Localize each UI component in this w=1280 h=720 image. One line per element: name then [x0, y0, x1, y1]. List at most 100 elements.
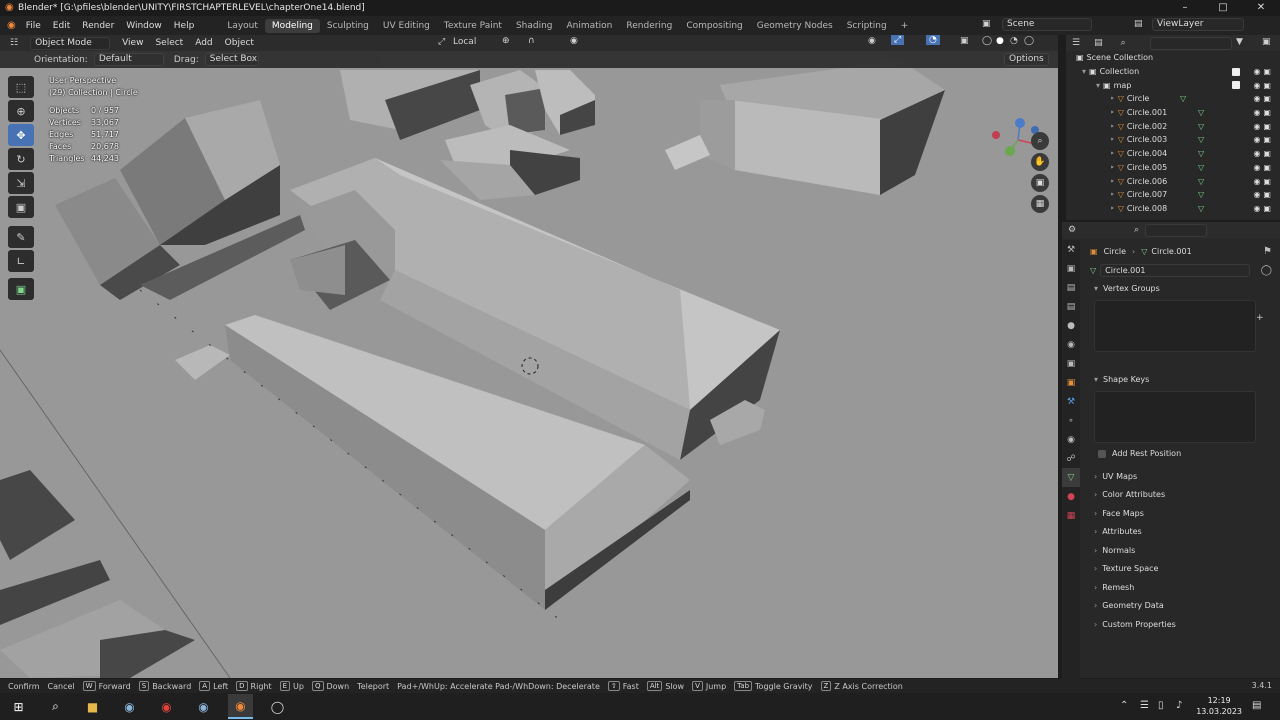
- blender-menu-icon[interactable]: ◉: [7, 20, 16, 31]
- solid-shading-icon[interactable]: ●: [996, 36, 1004, 46]
- geometry-data-section[interactable]: › Geometry Data: [1084, 597, 1280, 616]
- properties-editor-icon[interactable]: ⚙: [1068, 225, 1076, 235]
- add-rest-position-row[interactable]: Add Rest Position: [1084, 445, 1280, 464]
- blender-taskbar-icon[interactable]: ◉: [228, 694, 253, 719]
- transform-tool-icon[interactable]: ▣: [8, 196, 34, 218]
- shape-keys-section[interactable]: ▾ Shape Keys: [1084, 370, 1280, 389]
- chrome-icon[interactable]: ◉: [154, 694, 179, 719]
- view-layer-selector[interactable]: ViewLayer: [1152, 18, 1244, 31]
- add-vertex-group-button[interactable]: +: [1256, 313, 1264, 323]
- tab-modeling[interactable]: Modeling: [264, 18, 320, 33]
- mode-selector[interactable]: Object Mode: [30, 36, 111, 50]
- scene-tab-icon[interactable]: ●: [1062, 316, 1080, 335]
- 3d-viewport[interactable]: ⌕ ✋ ▣ ▦: [0, 35, 1058, 678]
- snap-icon[interactable]: ∩: [528, 36, 535, 46]
- new-collection-icon[interactable]: ▣: [1262, 37, 1271, 47]
- visibility-icon[interactable]: ◉▣: [1253, 135, 1274, 144]
- tab-geometry-nodes[interactable]: Geometry Nodes: [750, 19, 840, 33]
- close-window-button[interactable]: ✕: [1242, 0, 1280, 16]
- overlay-toggle-icon[interactable]: ◔: [926, 35, 940, 45]
- shape-keys-list[interactable]: [1094, 390, 1256, 443]
- color-attributes-section[interactable]: › Color Attributes: [1084, 486, 1280, 505]
- visibility-icon[interactable]: ◉▣: [1253, 67, 1274, 76]
- rendered-shading-icon[interactable]: ◯: [1024, 36, 1034, 46]
- menu-object[interactable]: Object: [219, 38, 260, 48]
- visibility-icon[interactable]: ◉▣: [1253, 204, 1274, 213]
- tab-rendering[interactable]: Rendering: [619, 19, 679, 33]
- mesh-browse-icon[interactable]: ▽: [1090, 266, 1096, 275]
- world-tab-icon[interactable]: ◉: [1062, 335, 1080, 354]
- constraints-tab-icon[interactable]: ☍: [1062, 449, 1080, 468]
- output-tab-icon[interactable]: ▤: [1062, 278, 1080, 297]
- measure-tool-icon[interactable]: ∟: [8, 250, 34, 272]
- pin-icon[interactable]: ⚑: [1263, 246, 1272, 257]
- outliner-item[interactable]: ‣ ▽ Circle.004 ▽ ◉▣: [1110, 147, 1280, 161]
- outliner-item[interactable]: ‣ ▽ Circle.003 ▽ ◉▣: [1110, 133, 1280, 147]
- menu-select[interactable]: Select: [149, 38, 189, 48]
- view-layer-tab-icon[interactable]: ▤: [1062, 297, 1080, 316]
- menu-render[interactable]: Render: [76, 21, 120, 31]
- minimize-button[interactable]: –: [1166, 0, 1204, 16]
- options-button[interactable]: Options: [1004, 53, 1049, 66]
- visibility-icon[interactable]: ◉▣: [1253, 108, 1274, 117]
- outliner-collection[interactable]: ▾ ▣ Collection ◉▣: [1082, 65, 1280, 79]
- steam-icon[interactable]: ◉: [117, 694, 142, 719]
- mesh-name-field[interactable]: Circle.001: [1100, 263, 1251, 277]
- chevron-up-icon[interactable]: ⌃: [1120, 700, 1128, 711]
- notifications-icon[interactable]: ▤: [1252, 700, 1261, 711]
- menu-file[interactable]: File: [20, 21, 47, 31]
- fake-user-icon[interactable]: ◯: [1261, 265, 1272, 276]
- filter-icon[interactable]: ▼: [1236, 37, 1243, 47]
- vertex-groups-list[interactable]: [1094, 300, 1256, 352]
- rotate-tool-icon[interactable]: ↻: [8, 148, 34, 170]
- outliner-item[interactable]: ‣ ▽ Circle.007 ▽ ◉▣: [1110, 188, 1280, 202]
- add-cube-tool-icon[interactable]: ▣: [8, 278, 34, 300]
- visibility-icon[interactable]: ◉▣: [1253, 190, 1274, 199]
- visibility-icon[interactable]: ◉▣: [1253, 177, 1274, 186]
- outliner-search-input[interactable]: [1150, 37, 1232, 50]
- volume-icon[interactable]: ♪: [1176, 700, 1182, 711]
- search-icon[interactable]: ⌕: [43, 694, 68, 719]
- remesh-section[interactable]: › Remesh: [1084, 578, 1280, 597]
- wireframe-shading-icon[interactable]: ◯: [982, 36, 992, 46]
- physics-tab-icon[interactable]: ◉: [1062, 430, 1080, 449]
- drag-selector[interactable]: Select Box: [204, 53, 259, 66]
- menu-window[interactable]: Window: [120, 21, 168, 31]
- outliner-item[interactable]: ‣ ▽ Circle.006 ▽ ◉▣: [1110, 174, 1280, 188]
- visibility-icon[interactable]: ◉: [868, 36, 876, 46]
- search-icon[interactable]: ⌕: [1121, 38, 1126, 48]
- move-tool-icon[interactable]: ✥: [8, 124, 34, 146]
- windows-start-icon[interactable]: ⊞: [6, 694, 31, 719]
- editor-type-icon[interactable]: ☷: [10, 38, 18, 48]
- tab-uv-editing[interactable]: UV Editing: [376, 19, 437, 33]
- cursor-tool-icon[interactable]: ⊕: [8, 100, 34, 122]
- tab-compositing[interactable]: Compositing: [679, 19, 749, 33]
- scene-selector[interactable]: Scene: [1002, 18, 1092, 31]
- menu-add[interactable]: Add: [189, 38, 218, 48]
- outliner-item[interactable]: ‣ ▽ Circle.001 ▽ ◉▣: [1110, 106, 1280, 120]
- visibility-icon[interactable]: ◉▣: [1253, 149, 1274, 158]
- menu-help[interactable]: Help: [168, 21, 201, 31]
- network-icon[interactable]: ☰: [1140, 700, 1149, 711]
- custom-properties-section[interactable]: › Custom Properties: [1084, 615, 1280, 634]
- object-tab-icon[interactable]: ▣: [1062, 373, 1080, 392]
- annotate-tool-icon[interactable]: ✎: [8, 226, 34, 248]
- menu-edit[interactable]: Edit: [47, 21, 76, 31]
- material-tab-icon[interactable]: ●: [1062, 487, 1080, 506]
- tool-tab-icon[interactable]: ⚒: [1062, 240, 1080, 259]
- obs-icon[interactable]: ◯: [265, 694, 290, 719]
- outliner-item[interactable]: ‣ ▽ Circle.008 ▽ ◉▣: [1110, 202, 1280, 216]
- scale-tool-icon[interactable]: ⇲: [8, 172, 34, 194]
- tab-animation[interactable]: Animation: [560, 19, 620, 33]
- tab-scripting[interactable]: Scripting: [840, 19, 894, 33]
- modifiers-tab-icon[interactable]: ⚒: [1062, 392, 1080, 411]
- orientation-selector[interactable]: Default: [93, 53, 164, 66]
- render-tab-icon[interactable]: ▣: [1062, 259, 1080, 278]
- visibility-icon[interactable]: ◉▣: [1253, 163, 1274, 172]
- file-explorer-icon[interactable]: ■: [80, 694, 105, 719]
- transform-orientation-selector[interactable]: Local: [453, 37, 476, 47]
- select-box-tool-icon[interactable]: ⬚: [8, 76, 34, 98]
- ortho-grid-icon[interactable]: ▦: [1031, 195, 1049, 213]
- outliner-item[interactable]: ‣ ▽ Circle.002 ▽ ◉▣: [1110, 119, 1280, 133]
- tab-layout[interactable]: Layout: [220, 19, 265, 33]
